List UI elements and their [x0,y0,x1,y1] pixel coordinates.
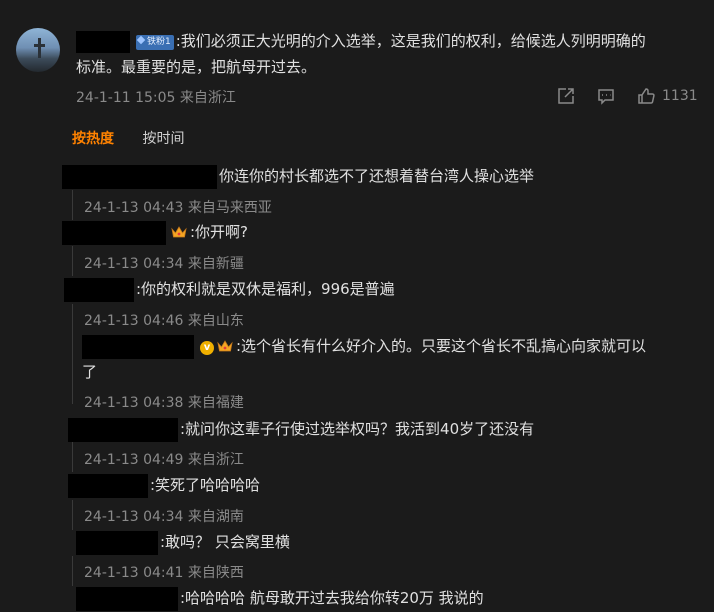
thread-line [72,556,73,586]
reply-meta: 24-1-13 04:34 来自新疆 [84,256,244,272]
vip-icon: v [200,341,214,355]
redacted-username [82,334,194,359]
thread-line [72,304,73,404]
reply-meta: 24-1-13 04:46 来自山东 [84,313,244,329]
main-comment: 铁粉1:我们必须正大光明的介入选举，这是我们的权利，给候选人列明明确的 标准。最… [76,28,698,80]
reply-meta: 24-1-13 04:38 来自福建 [84,395,244,411]
reply-text: :就问你这辈子行使过选举权吗？我活到40岁了还没有 [180,420,535,438]
reply-text: :哈哈哈哈 航母敢开过去我给你转20万 我说的 [180,589,484,607]
reply-text: :你开啊? [190,223,249,241]
reply-text: :你的权利就是双休是福利，996是普遍 [136,280,395,298]
redacted-username [76,30,130,53]
tab-sort-time[interactable]: 按时间 [142,131,184,147]
redacted-username [68,417,178,442]
post-meta: 24-1-11 15:05 来自浙江 [76,90,236,106]
redacted-username [62,220,166,245]
reply-item: 你连你的村长都选不了还想着替台湾人操心选举 [62,163,534,189]
reply-item: v :选个省长有什么好介入的。只要这个省长不乱搞心向家就可以了 [82,333,702,385]
tab-sort-hot[interactable]: 按热度 [72,131,114,147]
crown-icon [217,340,233,352]
crown-icon [171,226,187,238]
reply-item: :就问你这辈子行使过选举权吗？我活到40岁了还没有 [68,416,534,442]
reply-meta: 24-1-13 04:49 来自浙江 [84,452,244,468]
thread-line [72,500,73,530]
thread-line [72,442,73,472]
like-count: 1131 [662,88,698,104]
reply-text-2: 了 [82,363,98,381]
reply-meta: 24-1-13 04:34 来自湖南 [84,509,244,525]
fan-badge[interactable]: 铁粉1 [136,35,174,50]
reply-item: :你开啊? [62,219,248,245]
comment-icon[interactable] [596,86,616,106]
share-icon[interactable] [556,86,576,106]
thread-line [72,190,73,220]
reply-item: :哈哈哈哈 航母敢开过去我给你转20万 我说的 [76,585,484,611]
like-icon[interactable] [636,86,656,106]
avatar[interactable] [16,28,60,72]
redacted-username [76,530,158,555]
thread-line [72,246,73,276]
sort-tabs: 按热度 按时间 [72,128,184,148]
redacted-username [76,586,178,611]
reply-text: :选个省长有什么好介入的。只要这个省长不乱搞心向家就可以 [236,337,647,355]
reply-meta: 24-1-13 04:43 来自马来西亚 [84,200,272,216]
redacted-username [64,277,134,302]
post-actions: 1131 [556,86,698,106]
comment-text: :我们必须正大光明的介入选举，这是我们的权利，给候选人列明明确的 [175,32,646,50]
reply-text: 你连你的村长都选不了还想着替台湾人操心选举 [219,167,535,185]
redacted-username [62,164,217,189]
comment-text-2: 标准。最重要的是，把航母开过去。 [76,58,317,76]
reply-item: :你的权利就是双休是福利，996是普遍 [64,276,395,302]
reply-item: :敢吗？ 只会窝里横 [76,529,290,555]
reply-item: :笑死了哈哈哈哈 [68,472,260,498]
redacted-username [68,473,148,498]
reply-meta: 24-1-13 04:41 来自陕西 [84,565,244,581]
reply-text: :笑死了哈哈哈哈 [150,476,261,494]
reply-text: :敢吗？ 只会窝里横 [160,533,290,551]
